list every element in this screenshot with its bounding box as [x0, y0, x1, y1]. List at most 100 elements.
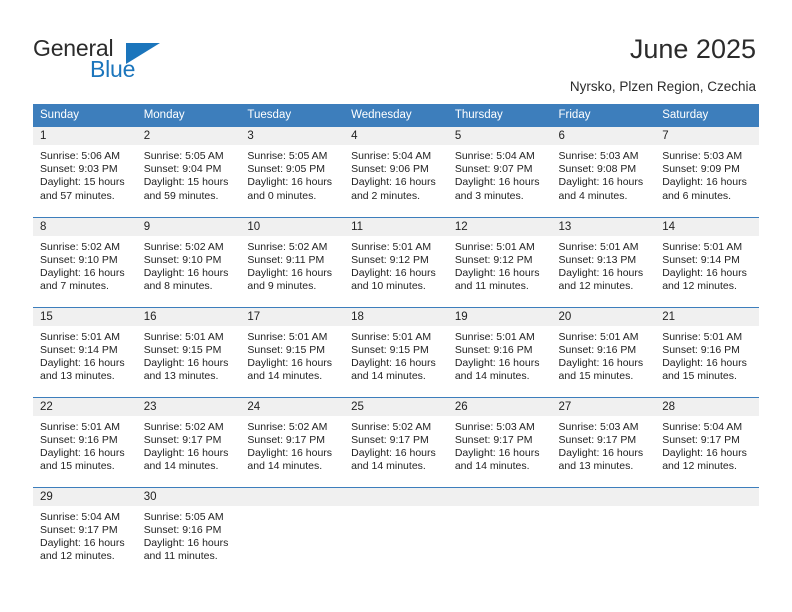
- calendar-day-cell[interactable]: 24 Sunrise: 5:02 AM Sunset: 9:17 PM Dayligh…: [240, 396, 345, 487]
- day-daylight1-text: Daylight: 16 hours: [143, 356, 229, 369]
- day-sunset-text: Sunset: 9:16 PM: [40, 433, 118, 446]
- calendar-day-cell[interactable]: 9 Sunrise: 5:02 AM Sunset: 9:10 PM Daylight…: [136, 216, 241, 307]
- day-number: 21: [655, 307, 759, 326]
- day-daylight2-text: and 2 minutes.: [351, 189, 420, 202]
- calendar-day-cell[interactable]: 20 Sunrise: 5:01 AM Sunset: 9:16 PM Dayligh…: [551, 306, 656, 397]
- day-sunrise-text: Sunrise: 5:02 AM: [351, 420, 432, 433]
- day-sunrise-text: Sunrise: 5:02 AM: [143, 420, 224, 433]
- calendar-day-cell[interactable]: 2 Sunrise: 5:05 AM Sunset: 9:04 PM Daylight…: [136, 127, 241, 217]
- day-sunset-text: Sunset: 9:16 PM: [143, 523, 222, 536]
- day-sunset-text: Sunset: 9:14 PM: [40, 343, 118, 356]
- calendar-day-cell[interactable]: 25 Sunrise: 5:02 AM Sunset: 9:17 PM Dayligh…: [344, 396, 448, 487]
- day-sunset-text: Sunset: 9:13 PM: [558, 253, 637, 266]
- day-daylight1-text: Daylight: 16 hours: [351, 446, 436, 459]
- day-daylight1-text: Daylight: 16 hours: [40, 356, 125, 369]
- day-sunset-text: Sunset: 9:17 PM: [662, 433, 740, 446]
- day-daylight2-text: and 13 minutes.: [40, 370, 115, 383]
- day-sun-info: Sunrise: 5:01 AM Sunset: 9:13 PM Daylight:…: [552, 236, 656, 294]
- day-daylight1-text: Daylight: 16 hours: [351, 266, 436, 279]
- calendar-week-row: 22 Sunrise: 5:01 AM Sunset: 9:16 PM Dayligh…: [33, 396, 759, 487]
- calendar-day-cell[interactable]: 1 Sunrise: 5:06 AM Sunset: 9:03 PM Daylight…: [33, 127, 137, 217]
- day-sunset-text: Sunset: 9:12 PM: [454, 253, 533, 266]
- day-daylight1-text: Daylight: 16 hours: [558, 266, 644, 279]
- day-daylight2-text: and 3 minutes.: [454, 189, 524, 202]
- day-daylight2-text: and 13 minutes.: [143, 370, 219, 383]
- day-number: 22: [33, 397, 137, 416]
- day-sunrise-text: Sunrise: 5:01 AM: [558, 240, 639, 253]
- day-daylight2-text: and 14 minutes.: [247, 370, 323, 383]
- day-sunrise-text: Sunrise: 5:02 AM: [143, 240, 224, 253]
- day-sunset-text: Sunset: 9:09 PM: [662, 163, 740, 176]
- day-number: 17: [240, 307, 345, 326]
- day-sun-info: Sunrise: 5:01 AM Sunset: 9:12 PM Daylight:…: [448, 236, 552, 294]
- weekday-header-wednesday: Wednesday: [344, 104, 448, 127]
- day-sun-info: Sunrise: 5:04 AM Sunset: 9:17 PM Daylight:…: [655, 416, 759, 474]
- day-sunrise-text: Sunrise: 5:04 AM: [454, 150, 535, 162]
- calendar-day-cell[interactable]: 23 Sunrise: 5:02 AM Sunset: 9:17 PM Dayligh…: [136, 396, 241, 487]
- day-sun-info: Sunrise: 5:03 AM Sunset: 9:17 PM Daylight:…: [552, 416, 656, 474]
- day-daylight1-text: Daylight: 16 hours: [351, 356, 436, 369]
- calendar-day-cell[interactable]: 5 Sunrise: 5:04 AM Sunset: 9:07 PM Daylight…: [447, 127, 552, 217]
- day-daylight1-text: Daylight: 16 hours: [247, 266, 333, 279]
- calendar-day-cell[interactable]: 27 Sunrise: 5:03 AM Sunset: 9:17 PM Dayligh…: [551, 396, 656, 487]
- day-sunset-text: Sunset: 9:17 PM: [558, 433, 637, 446]
- day-sun-info: Sunrise: 5:01 AM Sunset: 9:14 PM Daylight:…: [655, 236, 759, 294]
- day-sun-info: Sunrise: 5:01 AM Sunset: 9:16 PM Daylight:…: [552, 326, 656, 384]
- calendar-week-row: 29 Sunrise: 5:04 AM Sunset: 9:17 PM Dayligh…: [33, 486, 759, 577]
- day-sunrise-text: Sunrise: 5:06 AM: [40, 150, 120, 162]
- day-number: [655, 487, 759, 506]
- day-number: 24: [240, 397, 345, 416]
- day-daylight1-text: Daylight: 16 hours: [558, 176, 644, 189]
- brand-name-blue: Blue: [90, 56, 136, 82]
- day-daylight1-text: Daylight: 15 hours: [143, 176, 229, 189]
- day-sunset-text: Sunset: 9:12 PM: [351, 253, 429, 266]
- calendar-day-cell[interactable]: 11 Sunrise: 5:01 AM Sunset: 9:12 PM Dayligh…: [344, 216, 448, 307]
- day-number: 7: [655, 127, 759, 145]
- calendar-day-cell[interactable]: 3 Sunrise: 5:05 AM Sunset: 9:05 PM Daylight…: [240, 127, 345, 217]
- calendar-day-cell[interactable]: 4 Sunrise: 5:04 AM Sunset: 9:06 PM Daylight…: [344, 127, 448, 217]
- calendar-day-cell[interactable]: 8 Sunrise: 5:02 AM Sunset: 9:10 PM Daylight…: [33, 216, 137, 307]
- day-sunrise-text: Sunrise: 5:01 AM: [247, 330, 328, 343]
- day-sunset-text: Sunset: 9:10 PM: [143, 253, 222, 266]
- calendar-day-cell-empty: [655, 486, 759, 577]
- calendar-day-cell[interactable]: 29 Sunrise: 5:04 AM Sunset: 9:17 PM Dayligh…: [33, 486, 137, 577]
- calendar-day-cell[interactable]: 21 Sunrise: 5:01 AM Sunset: 9:16 PM Dayligh…: [655, 306, 759, 397]
- brand-logo[interactable]: General Blue: [33, 36, 213, 88]
- calendar-day-cell[interactable]: 15 Sunrise: 5:01 AM Sunset: 9:14 PM Dayligh…: [33, 306, 137, 397]
- calendar-day-cell[interactable]: 13 Sunrise: 5:01 AM Sunset: 9:13 PM Dayligh…: [551, 216, 656, 307]
- day-daylight2-text: and 0 minutes.: [247, 189, 317, 202]
- day-sun-info: Sunrise: 5:01 AM Sunset: 9:15 PM Daylight:…: [344, 326, 448, 384]
- calendar-day-cell[interactable]: 6 Sunrise: 5:03 AM Sunset: 9:08 PM Daylight…: [551, 127, 656, 217]
- day-number: 20: [551, 307, 656, 326]
- calendar-day-cell[interactable]: 26 Sunrise: 5:03 AM Sunset: 9:17 PM Dayligh…: [447, 396, 552, 487]
- day-sun-info: Sunrise: 5:02 AM Sunset: 9:17 PM Daylight:…: [240, 416, 344, 474]
- day-daylight2-text: and 15 minutes.: [558, 370, 634, 383]
- calendar-day-cell[interactable]: 17 Sunrise: 5:01 AM Sunset: 9:15 PM Dayligh…: [240, 306, 345, 397]
- day-sun-info: Sunrise: 5:01 AM Sunset: 9:15 PM Daylight:…: [137, 326, 241, 384]
- day-daylight1-text: Daylight: 15 hours: [40, 176, 125, 189]
- calendar-day-cell[interactable]: 10 Sunrise: 5:02 AM Sunset: 9:11 PM Dayligh…: [240, 216, 345, 307]
- day-sunset-text: Sunset: 9:15 PM: [143, 343, 222, 356]
- day-sunset-text: Sunset: 9:17 PM: [40, 523, 118, 536]
- day-number: 5: [447, 127, 552, 145]
- calendar-day-cell[interactable]: 28 Sunrise: 5:04 AM Sunset: 9:17 PM Dayligh…: [655, 396, 759, 487]
- day-sunrise-text: Sunrise: 5:01 AM: [558, 330, 639, 343]
- day-sunrise-text: Sunrise: 5:02 AM: [247, 240, 328, 253]
- calendar-day-cell[interactable]: 14 Sunrise: 5:01 AM Sunset: 9:14 PM Dayligh…: [655, 216, 759, 307]
- day-sunrise-text: Sunrise: 5:01 AM: [40, 330, 120, 343]
- day-number: 15: [33, 307, 137, 326]
- day-number: [447, 487, 552, 506]
- day-daylight2-text: and 14 minutes.: [351, 370, 426, 383]
- calendar-day-cell[interactable]: 16 Sunrise: 5:01 AM Sunset: 9:15 PM Dayligh…: [136, 306, 241, 397]
- calendar-day-cell[interactable]: 18 Sunrise: 5:01 AM Sunset: 9:15 PM Dayligh…: [344, 306, 448, 397]
- day-sunrise-text: Sunrise: 5:01 AM: [662, 240, 743, 253]
- calendar-weekday-header-row: Sunday Monday Tuesday Wednesday Thursday…: [33, 104, 759, 127]
- calendar-day-cell[interactable]: 7 Sunrise: 5:03 AM Sunset: 9:09 PM Daylight…: [655, 127, 759, 217]
- day-sunset-text: Sunset: 9:15 PM: [351, 343, 429, 356]
- calendar-day-cell[interactable]: 22 Sunrise: 5:01 AM Sunset: 9:16 PM Dayligh…: [33, 396, 137, 487]
- calendar-day-cell[interactable]: 19 Sunrise: 5:01 AM Sunset: 9:16 PM Dayligh…: [447, 306, 552, 397]
- day-daylight2-text: and 12 minutes.: [40, 550, 115, 563]
- calendar-day-cell[interactable]: 12 Sunrise: 5:01 AM Sunset: 9:12 PM Dayligh…: [447, 216, 552, 307]
- calendar-day-cell[interactable]: 30 Sunrise: 5:05 AM Sunset: 9:16 PM Dayligh…: [136, 486, 241, 577]
- day-number: 8: [33, 217, 137, 236]
